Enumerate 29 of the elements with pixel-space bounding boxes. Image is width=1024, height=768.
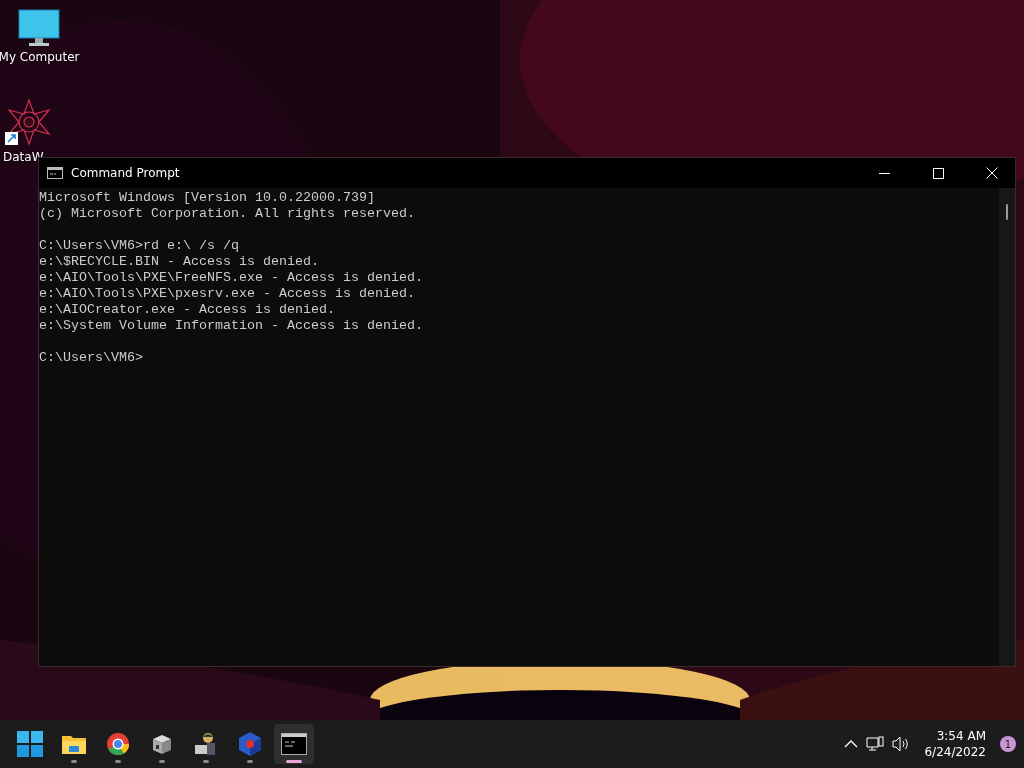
box-icon [150, 733, 174, 755]
scrollbar[interactable] [999, 188, 1015, 666]
console-line: Microsoft Windows [Version 10.0.22000.739] [39, 190, 375, 206]
close-icon [986, 167, 998, 179]
clock-time[interactable]: 3:54 AM [936, 728, 986, 744]
terminal-icon [47, 167, 63, 179]
monitor-icon [17, 8, 61, 48]
browser-icon [106, 732, 130, 756]
desktop-icon-label[interactable]: My Computer [0, 50, 80, 64]
window-title: Command Prompt [71, 166, 181, 180]
console-line: C:\Users\VM6> [39, 350, 143, 366]
speaker-icon[interactable] [892, 736, 911, 752]
cube-icon [238, 731, 262, 757]
console-line: e:\$RECYCLE.BIN - Access is denied. [39, 254, 319, 270]
minimize-icon [878, 172, 890, 174]
chevron-up-icon[interactable] [844, 740, 859, 748]
console-line: (c) Microsoft Corporation. All rights reserved. [39, 206, 415, 222]
console-line: e:\AIO\Tools\PXE\FreeNFS.exe - Access is denied. [39, 270, 423, 286]
console-line: e:\AIOCreator.exe - Access is denied. [39, 302, 335, 318]
console-line: e:\System Volume Information - Access is denied. [39, 318, 423, 334]
clock-date[interactable]: 6/24/2022 [924, 744, 986, 760]
console-line: e:\AIO\Tools\PXE\pxesrv.exe - Access is denied. [39, 286, 415, 302]
windows-logo-icon [17, 731, 43, 757]
taskbar-app-button[interactable] [274, 724, 314, 764]
terminal-icon [281, 733, 307, 755]
notification-badge[interactable]: 1 [1000, 736, 1016, 752]
network-icon[interactable] [866, 736, 885, 752]
console-line: C:\Users\VM6>rd e:\ /s /q [39, 238, 239, 254]
maximize-icon [932, 167, 944, 179]
